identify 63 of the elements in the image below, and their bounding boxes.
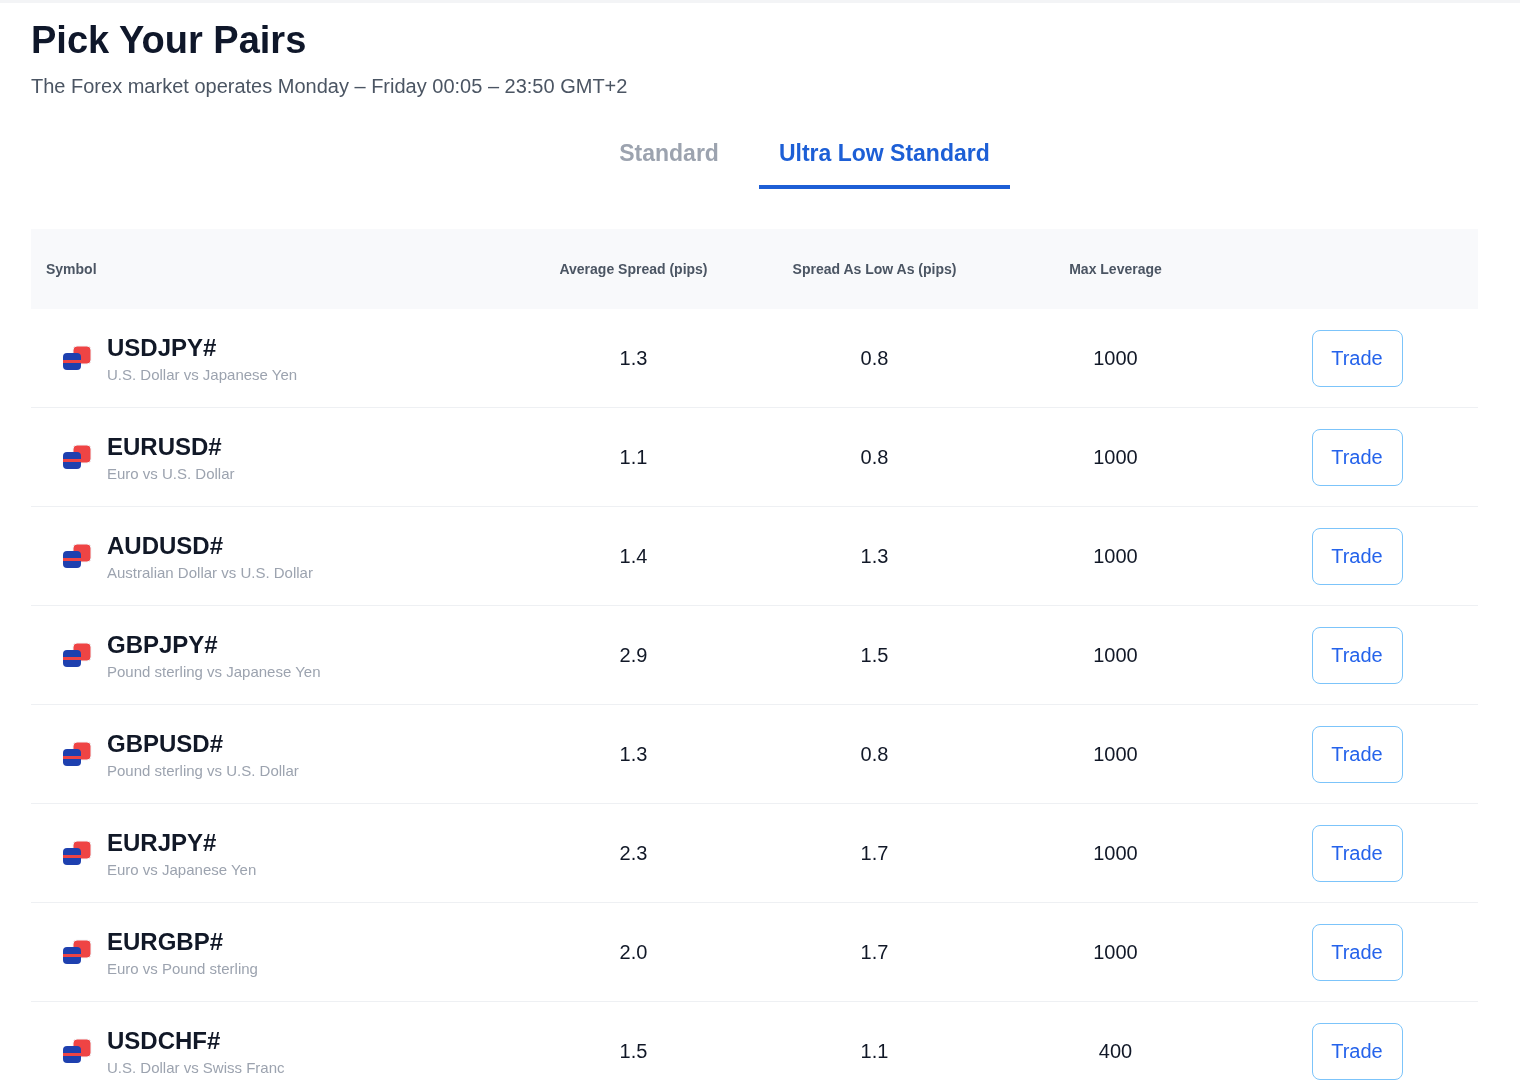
- table-cell-text: 1000: [1092, 742, 1139, 766]
- symbol-code: AUDUSD#: [107, 531, 224, 560]
- flags-icon: [61, 542, 93, 570]
- symbol-code: EURGBP#: [107, 927, 225, 956]
- table-cell-text: 0.8: [859, 445, 890, 469]
- table-cell-text: 1000: [1092, 346, 1139, 370]
- column-header: Spread As Low As (pips): [791, 261, 958, 277]
- table-cell-text: 1.1: [618, 445, 649, 469]
- table-cell-text: 1.7: [859, 940, 890, 964]
- table-cell-text: 1.5: [618, 1039, 649, 1063]
- page-title: Pick Your Pairs: [31, 18, 308, 63]
- table-cell-text: 1000: [1092, 544, 1139, 568]
- symbol-code: USDCHF#: [107, 1026, 222, 1055]
- table-cell-text: 0.8: [859, 742, 890, 766]
- flags-icon: [61, 641, 93, 669]
- table-cell-text: 1.5: [859, 643, 890, 667]
- flags-icon: [61, 1037, 93, 1065]
- symbol-code: GBPJPY#: [107, 630, 219, 659]
- column-header: Average Spread (pips): [558, 261, 709, 277]
- flags-icon: [61, 740, 93, 768]
- trade-button[interactable]: Trade: [1311, 527, 1403, 585]
- symbol-code: GBPUSD#: [107, 729, 225, 758]
- trade-button[interactable]: Trade: [1311, 329, 1403, 387]
- symbol-description: U.S. Dollar vs Japanese Yen: [107, 365, 298, 383]
- flags-icon: [61, 344, 93, 372]
- flags-icon: [61, 839, 93, 867]
- table-cell-text: 0.8: [859, 346, 890, 370]
- flags-icon: [61, 938, 93, 966]
- trade-button[interactable]: Trade: [1311, 824, 1403, 882]
- symbol-description: Pound sterling vs U.S. Dollar: [107, 761, 299, 779]
- table-cell-text: 400: [1097, 1039, 1134, 1063]
- symbol-description: Australian Dollar vs U.S. Dollar: [107, 563, 313, 581]
- symbol-description: Euro vs Pound sterling: [107, 959, 258, 977]
- table-cell-text: 2.3: [618, 841, 649, 865]
- table-cell-text: 1000: [1092, 643, 1139, 667]
- table-cell-text: 1000: [1092, 940, 1139, 964]
- table-cell-text: 1.3: [859, 544, 890, 568]
- table-cell-text: 1000: [1092, 445, 1139, 469]
- flags-icon: [61, 443, 93, 471]
- table-cell-text: 2.9: [618, 643, 649, 667]
- table-cell-text: 1.1: [859, 1039, 890, 1063]
- table-cell-text: 1.3: [618, 742, 649, 766]
- table-cell-text: 2.0: [618, 940, 649, 964]
- column-header: Symbol: [45, 261, 98, 277]
- symbol-description: Pound sterling vs Japanese Yen: [107, 662, 321, 680]
- trade-button[interactable]: Trade: [1311, 1022, 1403, 1080]
- trade-button[interactable]: Trade: [1311, 626, 1403, 684]
- trade-button[interactable]: Trade: [1311, 725, 1403, 783]
- symbol-code: EURUSD#: [107, 432, 223, 461]
- symbol-code: EURJPY#: [107, 828, 218, 857]
- symbol-description: U.S. Dollar vs Swiss Franc: [107, 1058, 285, 1076]
- table-cell-text: 1.4: [618, 544, 649, 568]
- column-header: Max Leverage: [1068, 261, 1163, 277]
- symbol-code: USDJPY#: [107, 333, 218, 362]
- tab[interactable]: Ultra Low Standard: [758, 132, 1010, 189]
- symbol-description: Euro vs Japanese Yen: [107, 860, 257, 878]
- symbol-description: Euro vs U.S. Dollar: [107, 464, 235, 482]
- table-cell-text: 1.3: [618, 346, 649, 370]
- table-cell-text: 1.7: [859, 841, 890, 865]
- table-cell-text: 1000: [1092, 841, 1139, 865]
- page-subtitle: The Forex market operates Monday – Friday 00:05 – 23:50 GMT+2: [31, 75, 629, 98]
- trade-button[interactable]: Trade: [1311, 428, 1403, 486]
- trade-button[interactable]: Trade: [1311, 923, 1403, 981]
